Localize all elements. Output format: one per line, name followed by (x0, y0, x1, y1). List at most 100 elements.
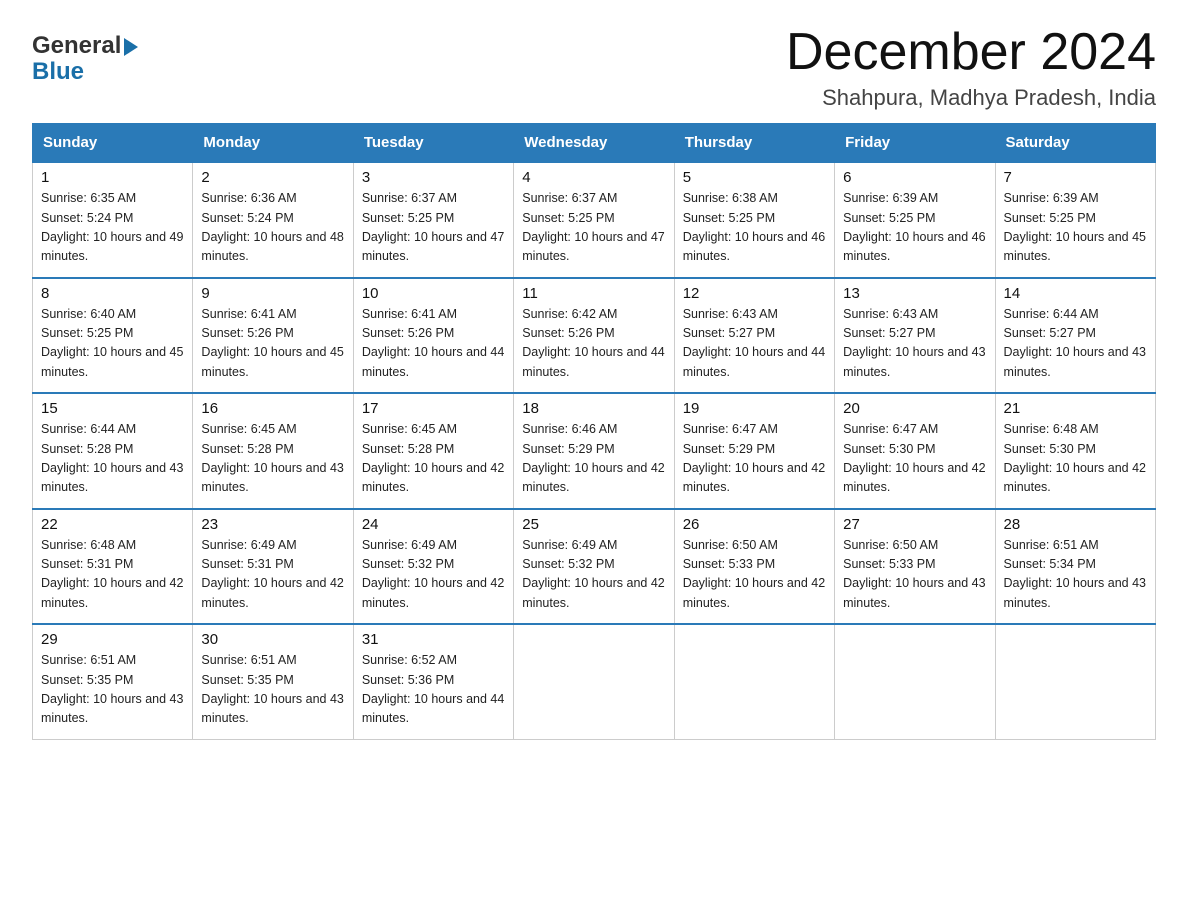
day-number: 11 (522, 285, 665, 302)
table-row: 16 Sunrise: 6:45 AM Sunset: 5:28 PM Dayl… (193, 393, 353, 509)
table-row: 26 Sunrise: 6:50 AM Sunset: 5:33 PM Dayl… (674, 509, 834, 625)
day-number: 7 (1004, 169, 1147, 186)
day-info: Sunrise: 6:45 AM Sunset: 5:28 PM Dayligh… (362, 420, 505, 498)
day-info: Sunrise: 6:51 AM Sunset: 5:35 PM Dayligh… (201, 651, 344, 729)
day-number: 31 (362, 631, 505, 648)
logo-general-text: General (32, 32, 121, 60)
table-row (674, 624, 834, 739)
day-number: 3 (362, 169, 505, 186)
table-row: 2 Sunrise: 6:36 AM Sunset: 5:24 PM Dayli… (193, 162, 353, 278)
table-row: 7 Sunrise: 6:39 AM Sunset: 5:25 PM Dayli… (995, 162, 1155, 278)
table-row: 28 Sunrise: 6:51 AM Sunset: 5:34 PM Dayl… (995, 509, 1155, 625)
day-info: Sunrise: 6:50 AM Sunset: 5:33 PM Dayligh… (683, 536, 826, 614)
table-row: 25 Sunrise: 6:49 AM Sunset: 5:32 PM Dayl… (514, 509, 674, 625)
table-row: 6 Sunrise: 6:39 AM Sunset: 5:25 PM Dayli… (835, 162, 995, 278)
day-info: Sunrise: 6:35 AM Sunset: 5:24 PM Dayligh… (41, 189, 184, 267)
day-info: Sunrise: 6:44 AM Sunset: 5:27 PM Dayligh… (1004, 305, 1147, 383)
table-row: 17 Sunrise: 6:45 AM Sunset: 5:28 PM Dayl… (353, 393, 513, 509)
table-row: 13 Sunrise: 6:43 AM Sunset: 5:27 PM Dayl… (835, 278, 995, 394)
header-tuesday: Tuesday (353, 124, 513, 163)
calendar-week-row: 29 Sunrise: 6:51 AM Sunset: 5:35 PM Dayl… (33, 624, 1156, 739)
day-number: 5 (683, 169, 826, 186)
table-row (835, 624, 995, 739)
day-info: Sunrise: 6:52 AM Sunset: 5:36 PM Dayligh… (362, 651, 505, 729)
day-number: 17 (362, 400, 505, 417)
day-number: 6 (843, 169, 986, 186)
table-row: 21 Sunrise: 6:48 AM Sunset: 5:30 PM Dayl… (995, 393, 1155, 509)
table-row: 24 Sunrise: 6:49 AM Sunset: 5:32 PM Dayl… (353, 509, 513, 625)
day-number: 18 (522, 400, 665, 417)
day-info: Sunrise: 6:41 AM Sunset: 5:26 PM Dayligh… (201, 305, 344, 383)
table-row: 9 Sunrise: 6:41 AM Sunset: 5:26 PM Dayli… (193, 278, 353, 394)
day-info: Sunrise: 6:38 AM Sunset: 5:25 PM Dayligh… (683, 189, 826, 267)
logo: General Blue (32, 32, 138, 86)
table-row: 11 Sunrise: 6:42 AM Sunset: 5:26 PM Dayl… (514, 278, 674, 394)
table-row: 31 Sunrise: 6:52 AM Sunset: 5:36 PM Dayl… (353, 624, 513, 739)
day-info: Sunrise: 6:37 AM Sunset: 5:25 PM Dayligh… (362, 189, 505, 267)
day-number: 2 (201, 169, 344, 186)
day-number: 10 (362, 285, 505, 302)
day-number: 30 (201, 631, 344, 648)
table-row: 18 Sunrise: 6:46 AM Sunset: 5:29 PM Dayl… (514, 393, 674, 509)
table-row: 30 Sunrise: 6:51 AM Sunset: 5:35 PM Dayl… (193, 624, 353, 739)
table-row: 10 Sunrise: 6:41 AM Sunset: 5:26 PM Dayl… (353, 278, 513, 394)
calendar-location: Shahpura, Madhya Pradesh, India (786, 85, 1156, 111)
day-info: Sunrise: 6:43 AM Sunset: 5:27 PM Dayligh… (843, 305, 986, 383)
day-info: Sunrise: 6:51 AM Sunset: 5:35 PM Dayligh… (41, 651, 184, 729)
day-info: Sunrise: 6:49 AM Sunset: 5:32 PM Dayligh… (522, 536, 665, 614)
table-row: 4 Sunrise: 6:37 AM Sunset: 5:25 PM Dayli… (514, 162, 674, 278)
calendar-title: December 2024 (786, 24, 1156, 81)
table-row: 5 Sunrise: 6:38 AM Sunset: 5:25 PM Dayli… (674, 162, 834, 278)
day-info: Sunrise: 6:45 AM Sunset: 5:28 PM Dayligh… (201, 420, 344, 498)
day-number: 8 (41, 285, 184, 302)
table-row: 20 Sunrise: 6:47 AM Sunset: 5:30 PM Dayl… (835, 393, 995, 509)
day-info: Sunrise: 6:48 AM Sunset: 5:31 PM Dayligh… (41, 536, 184, 614)
table-row: 27 Sunrise: 6:50 AM Sunset: 5:33 PM Dayl… (835, 509, 995, 625)
day-number: 14 (1004, 285, 1147, 302)
header-monday: Monday (193, 124, 353, 163)
table-row: 29 Sunrise: 6:51 AM Sunset: 5:35 PM Dayl… (33, 624, 193, 739)
day-number: 25 (522, 516, 665, 533)
table-row: 22 Sunrise: 6:48 AM Sunset: 5:31 PM Dayl… (33, 509, 193, 625)
day-number: 19 (683, 400, 826, 417)
day-number: 20 (843, 400, 986, 417)
day-info: Sunrise: 6:50 AM Sunset: 5:33 PM Dayligh… (843, 536, 986, 614)
day-number: 15 (41, 400, 184, 417)
day-info: Sunrise: 6:51 AM Sunset: 5:34 PM Dayligh… (1004, 536, 1147, 614)
day-info: Sunrise: 6:37 AM Sunset: 5:25 PM Dayligh… (522, 189, 665, 267)
logo-arrow-icon (124, 38, 138, 56)
table-row (514, 624, 674, 739)
day-number: 13 (843, 285, 986, 302)
calendar-week-row: 8 Sunrise: 6:40 AM Sunset: 5:25 PM Dayli… (33, 278, 1156, 394)
day-info: Sunrise: 6:42 AM Sunset: 5:26 PM Dayligh… (522, 305, 665, 383)
header-thursday: Thursday (674, 124, 834, 163)
day-number: 27 (843, 516, 986, 533)
title-block: December 2024 Shahpura, Madhya Pradesh, … (786, 24, 1156, 111)
day-info: Sunrise: 6:40 AM Sunset: 5:25 PM Dayligh… (41, 305, 184, 383)
day-info: Sunrise: 6:46 AM Sunset: 5:29 PM Dayligh… (522, 420, 665, 498)
day-info: Sunrise: 6:39 AM Sunset: 5:25 PM Dayligh… (1004, 189, 1147, 267)
day-info: Sunrise: 6:49 AM Sunset: 5:32 PM Dayligh… (362, 536, 505, 614)
day-number: 24 (362, 516, 505, 533)
day-number: 1 (41, 169, 184, 186)
header-saturday: Saturday (995, 124, 1155, 163)
day-info: Sunrise: 6:47 AM Sunset: 5:29 PM Dayligh… (683, 420, 826, 498)
day-info: Sunrise: 6:44 AM Sunset: 5:28 PM Dayligh… (41, 420, 184, 498)
day-info: Sunrise: 6:49 AM Sunset: 5:31 PM Dayligh… (201, 536, 344, 614)
day-number: 9 (201, 285, 344, 302)
header-friday: Friday (835, 124, 995, 163)
calendar-table: Sunday Monday Tuesday Wednesday Thursday… (32, 123, 1156, 740)
page-header: General Blue December 2024 Shahpura, Mad… (32, 24, 1156, 111)
table-row: 1 Sunrise: 6:35 AM Sunset: 5:24 PM Dayli… (33, 162, 193, 278)
day-number: 12 (683, 285, 826, 302)
header-sunday: Sunday (33, 124, 193, 163)
day-number: 22 (41, 516, 184, 533)
table-row: 15 Sunrise: 6:44 AM Sunset: 5:28 PM Dayl… (33, 393, 193, 509)
day-info: Sunrise: 6:48 AM Sunset: 5:30 PM Dayligh… (1004, 420, 1147, 498)
day-number: 4 (522, 169, 665, 186)
table-row: 8 Sunrise: 6:40 AM Sunset: 5:25 PM Dayli… (33, 278, 193, 394)
day-info: Sunrise: 6:41 AM Sunset: 5:26 PM Dayligh… (362, 305, 505, 383)
table-row: 19 Sunrise: 6:47 AM Sunset: 5:29 PM Dayl… (674, 393, 834, 509)
day-info: Sunrise: 6:39 AM Sunset: 5:25 PM Dayligh… (843, 189, 986, 267)
header-wednesday: Wednesday (514, 124, 674, 163)
